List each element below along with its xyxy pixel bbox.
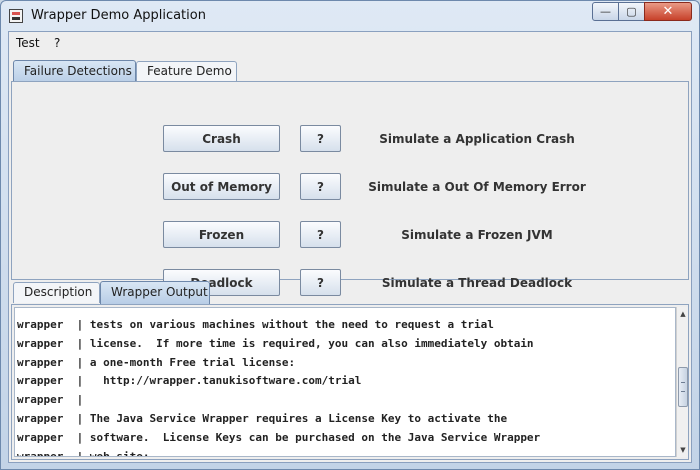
window-title: Wrapper Demo Application (31, 8, 206, 23)
output-line: wrapper | (17, 393, 84, 407)
out-of-memory-help-button[interactable]: ? (300, 173, 341, 200)
application-window: Wrapper Demo Application — ▢ ✕ Test ? Fa… (0, 0, 700, 470)
output-line: wrapper | a one-month Free trial license… (17, 355, 296, 369)
deadlock-help-button[interactable]: ? (300, 269, 341, 296)
output-lines: wrapper | tests on various machines with… (17, 316, 541, 457)
tab-wrapper-output[interactable]: Wrapper Output (100, 281, 210, 304)
tab-feature-demo[interactable]: Feature Demo (136, 61, 237, 82)
scroll-thumb[interactable] (678, 367, 688, 407)
wrapper-output-textarea[interactable]: wrapper | tests on various machines with… (14, 307, 676, 457)
scroll-down-arrow-icon[interactable]: ▼ (677, 443, 689, 457)
crash-button[interactable]: Crash (163, 125, 280, 152)
crash-description: Simulate a Application Crash (379, 132, 575, 146)
output-line: wrapper | The Java Service Wrapper requi… (17, 411, 508, 425)
deadlock-description: Simulate a Thread Deadlock (381, 276, 573, 290)
scroll-up-arrow-icon[interactable]: ▲ (677, 307, 689, 321)
menu-test[interactable]: Test (16, 36, 40, 50)
close-button[interactable]: ✕ (644, 2, 692, 21)
output-scrollbar[interactable]: ▲ ▼ (676, 307, 688, 457)
menu-help[interactable]: ? (54, 36, 60, 50)
title-bar[interactable]: Wrapper Demo Application — ▢ ✕ (1, 1, 699, 31)
out-of-memory-description: Simulate a Out Of Memory Error (368, 180, 586, 194)
window-client-area: Test ? Failure Detections Feature Demo C… (8, 31, 692, 463)
out-of-memory-button[interactable]: Out of Memory (163, 173, 280, 200)
frozen-help-button[interactable]: ? (300, 221, 341, 248)
output-line: wrapper | tests on various machines with… (17, 318, 494, 331)
output-line: wrapper | license. If more time is requi… (17, 336, 534, 350)
output-line: wrapper | web site: (17, 449, 150, 457)
frozen-description: Simulate a Frozen JVM (401, 228, 553, 242)
frozen-button[interactable]: Frozen (163, 221, 280, 248)
output-line: wrapper | software. License Keys can be … (17, 430, 541, 444)
minimize-button[interactable]: — (592, 2, 619, 21)
application-icon (9, 9, 23, 23)
crash-help-button[interactable]: ? (300, 125, 341, 152)
failure-detections-panel: Crash ? Simulate a Application Crash Out… (11, 81, 689, 296)
maximize-button[interactable]: ▢ (618, 2, 645, 21)
tab-description[interactable]: Description (13, 282, 100, 303)
wrapper-output-panel: wrapper | tests on various machines with… (11, 304, 689, 460)
tab-failure-detections[interactable]: Failure Detections (13, 60, 136, 83)
output-line: wrapper | http://wrapper.tanukisoftware.… (17, 374, 362, 388)
menu-bar: Test ? (9, 32, 691, 54)
